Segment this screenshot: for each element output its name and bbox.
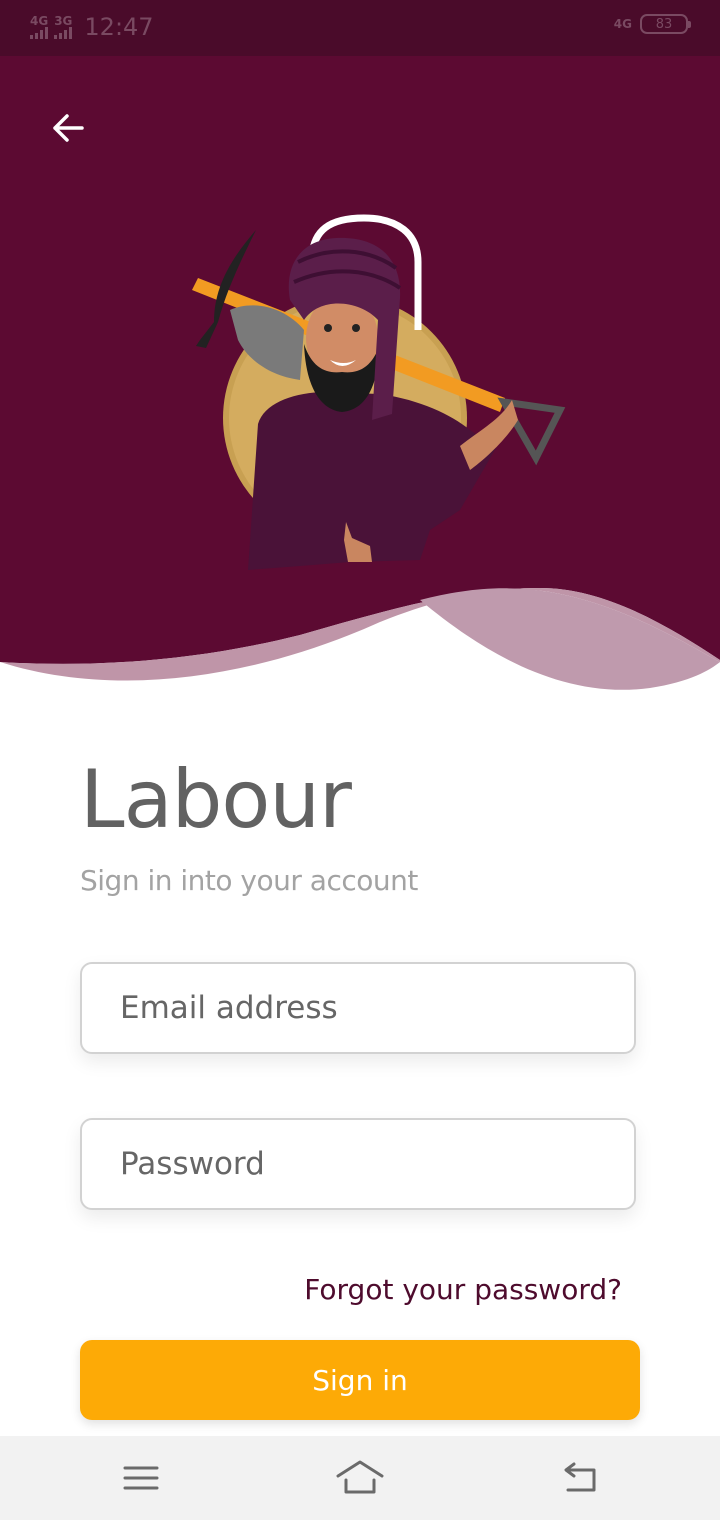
arrow-left-icon bbox=[53, 114, 84, 142]
home-icon bbox=[336, 1460, 384, 1494]
network-type-right: 4G bbox=[613, 17, 632, 31]
password-field[interactable] bbox=[80, 1118, 636, 1210]
battery-icon: 83 bbox=[640, 14, 691, 34]
network-type-1: 4G bbox=[30, 14, 49, 28]
hero-banner bbox=[0, 56, 720, 690]
system-nav-bar bbox=[0, 1436, 720, 1520]
home-button[interactable] bbox=[334, 1458, 386, 1498]
battery-level: 83 bbox=[655, 16, 673, 32]
email-field[interactable] bbox=[80, 962, 636, 1054]
status-right: 4G 83 bbox=[613, 14, 691, 34]
menu-button[interactable] bbox=[117, 1458, 165, 1498]
network-type-2: 3G bbox=[54, 14, 73, 28]
back-button[interactable] bbox=[48, 108, 88, 148]
menu-icon bbox=[123, 1466, 159, 1490]
status-left: 4G 3G 12:47 bbox=[30, 12, 154, 42]
signal-4g: 4G bbox=[30, 15, 48, 39]
status-bar: 4G 3G 12:47 4G 83 bbox=[0, 0, 720, 56]
status-time: 12:47 bbox=[84, 13, 154, 41]
forgot-password-link[interactable]: Forgot your password? bbox=[304, 1270, 622, 1310]
signal-3g: 3G bbox=[54, 15, 72, 39]
page-subtitle: Sign in into your account bbox=[80, 864, 418, 897]
sign-in-button[interactable]: Sign in bbox=[80, 1340, 640, 1420]
page-title: Labour bbox=[80, 753, 352, 846]
system-back-button[interactable] bbox=[556, 1458, 604, 1498]
signal-bars-icon bbox=[54, 27, 73, 39]
back-icon bbox=[564, 1462, 596, 1492]
signal-bars-icon bbox=[30, 27, 48, 39]
